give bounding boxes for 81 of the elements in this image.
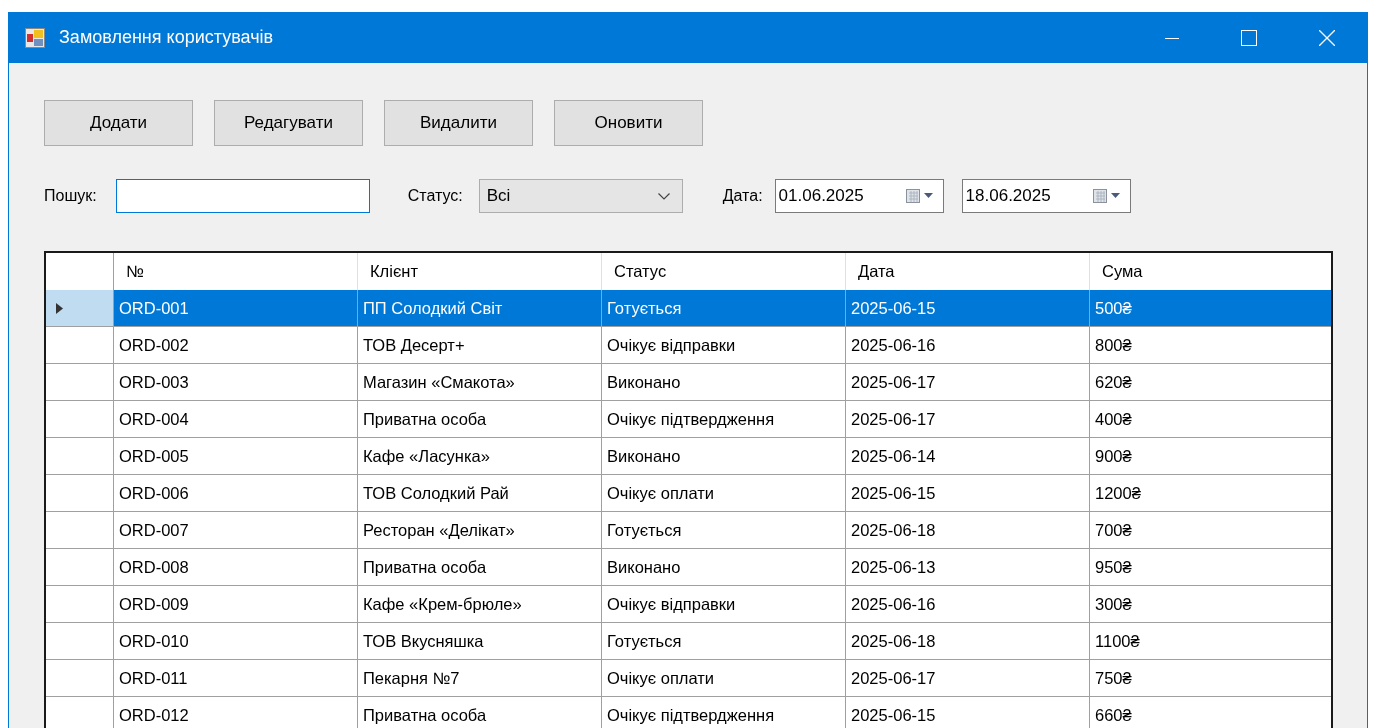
table-cell: ТОВ Десерт+ xyxy=(358,327,602,363)
table-cell: ORD-002 xyxy=(114,327,358,363)
table-cell-text: 950₴ xyxy=(1094,556,1133,578)
table-cell-text: 620₴ xyxy=(1094,371,1133,393)
toolbar-button[interactable]: Додати xyxy=(44,100,193,146)
table-cell: 2025-06-16 xyxy=(846,327,1090,363)
calendar-dropdown-icon xyxy=(904,188,935,204)
table-cell: Магазин «Смакота» xyxy=(358,364,602,400)
table-cell: Приватна особа xyxy=(358,697,602,728)
calendar-dropdown-icon xyxy=(1091,188,1122,204)
table-cell: 2025-06-15 xyxy=(846,697,1090,728)
toolbar-button[interactable]: Оновити xyxy=(554,100,703,146)
table-cell: Приватна особа xyxy=(358,549,602,585)
table-cell: ORD-005 xyxy=(114,438,358,474)
table-cell: Кафе «Крем-брюле» xyxy=(358,586,602,622)
status-label: Статус: xyxy=(407,187,463,205)
table-cell: Очікує відправки xyxy=(602,586,846,622)
date-picker[interactable]: 18.06.2025 xyxy=(961,179,1131,213)
table-cell: Приватна особа xyxy=(358,401,602,437)
maximize-icon[interactable] xyxy=(1241,29,1257,46)
table-cell: ТОВ Солодкий Рай xyxy=(358,475,602,511)
table-cell-text: 300₴ xyxy=(1094,593,1133,615)
search-field[interactable] xyxy=(115,179,370,213)
table-cell: 500₴ xyxy=(1090,290,1331,326)
table-cell: ORD-008 xyxy=(114,549,358,585)
table-cell: Пекарня №7 xyxy=(358,660,602,696)
table-cell: 2025-06-13 xyxy=(846,549,1090,585)
date-picker[interactable]: 01.06.2025 xyxy=(774,179,944,213)
table-cell: 2025-06-17 xyxy=(846,401,1090,437)
table-cell: Очікує оплати xyxy=(602,475,846,511)
table-cell: ORD-009 xyxy=(114,586,358,622)
table-cell: 2025-06-14 xyxy=(846,438,1090,474)
table-cell: Виконано xyxy=(602,438,846,474)
table-cell-text: 800₴ xyxy=(1094,334,1133,356)
table-cell-text: 400₴ xyxy=(1094,408,1133,430)
table-cell: Очікує оплати xyxy=(602,660,846,696)
table-cell: Очікує підтвердження xyxy=(602,401,846,437)
table-cell: 2025-06-16 xyxy=(846,586,1090,622)
table-cell: 2025-06-15 xyxy=(846,290,1090,326)
status-dropdown[interactable]: Всі xyxy=(478,179,683,213)
close-icon[interactable] xyxy=(1319,29,1335,46)
table-cell: Готується xyxy=(602,512,846,548)
table-cell: 2025-06-15 xyxy=(846,475,1090,511)
date-label: Дата: xyxy=(722,187,763,205)
table-cell-text: 660₴ xyxy=(1094,704,1133,726)
table-cell-text: 900₴ xyxy=(1094,445,1133,467)
table-cell: ORD-012 xyxy=(114,697,358,728)
table-cell: Виконано xyxy=(602,364,846,400)
toolbar-button[interactable]: Видалити xyxy=(384,100,533,146)
table-cell-text: 1100₴ xyxy=(1094,630,1141,652)
window-title: Замовлення користувачів xyxy=(59,27,274,48)
app-icon xyxy=(25,27,45,48)
table-cell-text: 1200₴ xyxy=(1094,482,1142,504)
table-cell-text: 700₴ xyxy=(1094,519,1133,541)
table-cell: Готується xyxy=(602,290,846,326)
table-cell: Кафе «Ласунка» xyxy=(358,438,602,474)
chevron-down-icon xyxy=(657,192,670,200)
table-cell: 2025-06-17 xyxy=(846,364,1090,400)
table-cell: ORD-010 xyxy=(114,623,358,659)
row-header[interactable] xyxy=(46,290,114,326)
table-cell: ORD-001 xyxy=(114,290,358,326)
table-cell: ТОВ Вкусняшка xyxy=(358,623,602,659)
toolbar-button[interactable]: Редагувати xyxy=(214,100,363,146)
table-cell: ORD-007 xyxy=(114,512,358,548)
table-cell: Очікує підтвердження xyxy=(602,697,846,728)
table-cell: ORD-003 xyxy=(114,364,358,400)
table-cell: Очікує відправки xyxy=(602,327,846,363)
table-cell: 2025-06-17 xyxy=(846,660,1090,696)
current-row-icon xyxy=(56,302,63,314)
table-cell: ORD-006 xyxy=(114,475,358,511)
table-cell-text: 750₴ xyxy=(1094,667,1133,689)
column-header[interactable]: Сума xyxy=(1090,253,1331,290)
table-cell: 2025-06-18 xyxy=(846,623,1090,659)
table-cell: ПП Солодкий Світ xyxy=(358,290,602,326)
table-cell: 2025-06-18 xyxy=(846,512,1090,548)
search-label: Пошук: xyxy=(44,187,97,205)
table-cell: ORD-004 xyxy=(114,401,358,437)
table-cell: Виконано xyxy=(602,549,846,585)
table-cell: ORD-011 xyxy=(114,660,358,696)
table-cell: Готується xyxy=(602,623,846,659)
table-cell: Ресторан «Делікат» xyxy=(358,512,602,548)
